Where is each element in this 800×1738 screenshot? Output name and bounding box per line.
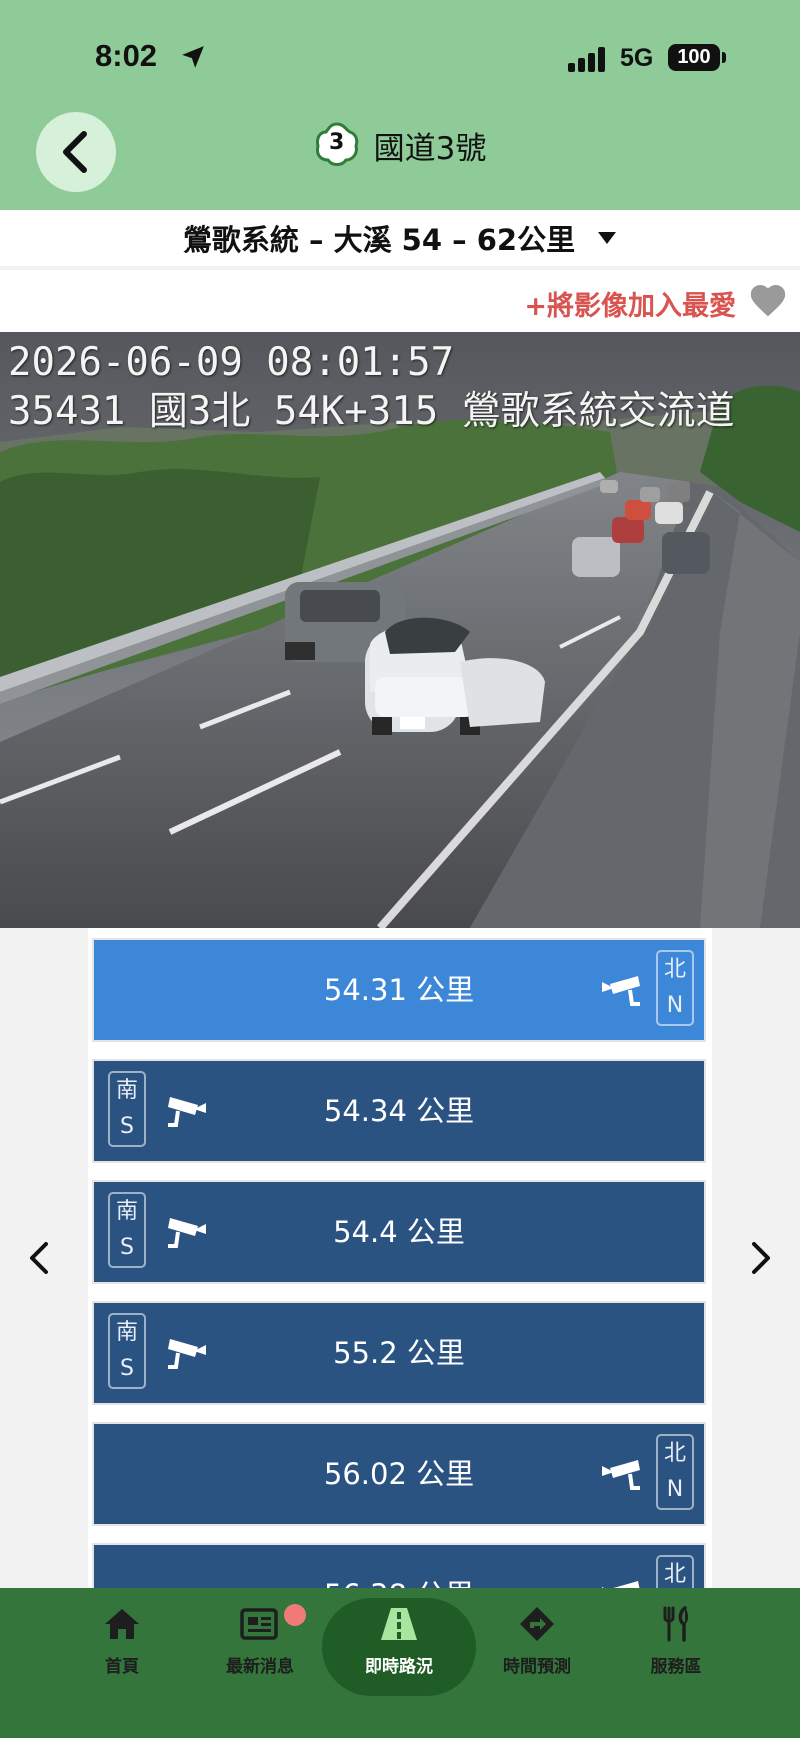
camera-item-0[interactable]: 54.31 公里 北 N [94, 940, 704, 1040]
direction-en: N [666, 1477, 684, 1502]
direction-zh: 南 [115, 1078, 138, 1103]
direction-en: N [666, 993, 684, 1018]
tab-label: 即時路況 [365, 1657, 433, 1677]
highway-badge-icon: 3 [314, 122, 360, 168]
camera-item-4[interactable]: 56.02 公里 北 N [94, 1424, 704, 1524]
camera-location-line2: 35431 國3北 54K+315 鶯歌系統交流道 [8, 389, 735, 434]
direction-zh: 南 [115, 1320, 138, 1345]
tab-label: 首頁 [105, 1657, 139, 1677]
camera-item-1[interactable]: 54.34 公里 南 S [94, 1061, 704, 1161]
page-title: 國道3號 [373, 130, 487, 167]
direction-zh: 北 [663, 1441, 686, 1466]
camera-item-5[interactable]: 56.38 公里 北 N [94, 1545, 704, 1588]
cctv-camera-icon [602, 1581, 640, 1588]
direction-badge: 南 S [108, 1192, 146, 1268]
road-icon [381, 1608, 417, 1640]
section-selector[interactable]: 鶯歌系統 – 大溪 54 – 62公里 [0, 210, 800, 266]
camera-timestamp: 2026-06-09 08:01:57 35431 國3北 54K+315 鶯歌… [8, 338, 735, 436]
location-arrow-icon [182, 46, 204, 68]
section-label: 鶯歌系統 – 大溪 54 – 62公里 [182, 223, 576, 257]
direction-en: S [120, 1114, 134, 1139]
direction-badge: 北 N [656, 1555, 694, 1588]
utensils-icon [663, 1606, 688, 1642]
tab-label: 服務區 [650, 1657, 702, 1677]
direction-badge: 南 S [108, 1071, 146, 1147]
highway-badge-number: 3 [328, 130, 345, 155]
cctv-camera-icon [602, 1460, 640, 1490]
camera-item-2[interactable]: 54.4 公里 南 S [94, 1182, 704, 1282]
tab-label: 時間預測 [503, 1657, 571, 1677]
app-header: 8:02 5G 100 3 國道3號 [0, 0, 800, 210]
camera-item-3[interactable]: 55.2 公里 南 S [94, 1303, 704, 1403]
direction-badge: 北 N [656, 950, 694, 1026]
direction-en: S [120, 1235, 134, 1260]
news-icon [240, 1608, 278, 1640]
direction-sign-icon [520, 1607, 554, 1641]
camera-image: 2026-06-09 08:01:57 35431 國3北 54K+315 鶯歌… [0, 332, 800, 928]
direction-zh: 北 [663, 957, 686, 982]
camera-timestamp-line1: 2026-06-09 08:01:57 [8, 340, 455, 385]
direction-zh: 南 [115, 1199, 138, 1224]
status-time: 8:02 [95, 38, 158, 73]
notification-dot [284, 1604, 306, 1626]
tab-home[interactable]: 首頁 [62, 1606, 182, 1677]
cctv-camera-icon [602, 976, 640, 1006]
network-type: 5G [620, 44, 654, 72]
direction-badge: 北 N [656, 1434, 694, 1510]
favorite-bar: +將影像加入最愛 [0, 270, 800, 332]
header-title-group: 3 國道3號 [0, 122, 800, 168]
cctv-camera-icon [168, 1097, 206, 1127]
direction-en: S [120, 1356, 134, 1381]
battery-cap [722, 52, 726, 63]
cctv-camera-icon [168, 1218, 206, 1248]
cellular-signal-icon [568, 46, 608, 72]
previous-camera-arrow-icon[interactable] [26, 1240, 52, 1276]
next-camera-arrow-icon[interactable] [748, 1240, 774, 1276]
add-favorite-button[interactable]: +將影像加入最愛 [524, 284, 736, 323]
tab-label: 最新消息 [226, 1657, 294, 1677]
caret-down-icon [598, 232, 617, 244]
camera-list: 54.31 公里 北 N 54.34 公里 南 S 54.4 公里 南 S 55… [88, 928, 712, 1588]
tab-live-traffic[interactable]: 即時路況 [339, 1606, 459, 1677]
bottom-tab-bar: 首頁 最新消息 即時路況 時間預測 服務區 [0, 1588, 800, 1738]
direction-zh: 北 [663, 1562, 686, 1587]
tab-time-forecast[interactable]: 時間預測 [477, 1606, 597, 1677]
direction-badge: 南 S [108, 1313, 146, 1389]
cctv-camera-icon [168, 1339, 206, 1369]
tab-service-area[interactable]: 服務區 [616, 1606, 736, 1677]
home-icon [105, 1609, 139, 1639]
battery-indicator: 100 [668, 44, 720, 71]
heart-icon[interactable] [748, 282, 788, 318]
